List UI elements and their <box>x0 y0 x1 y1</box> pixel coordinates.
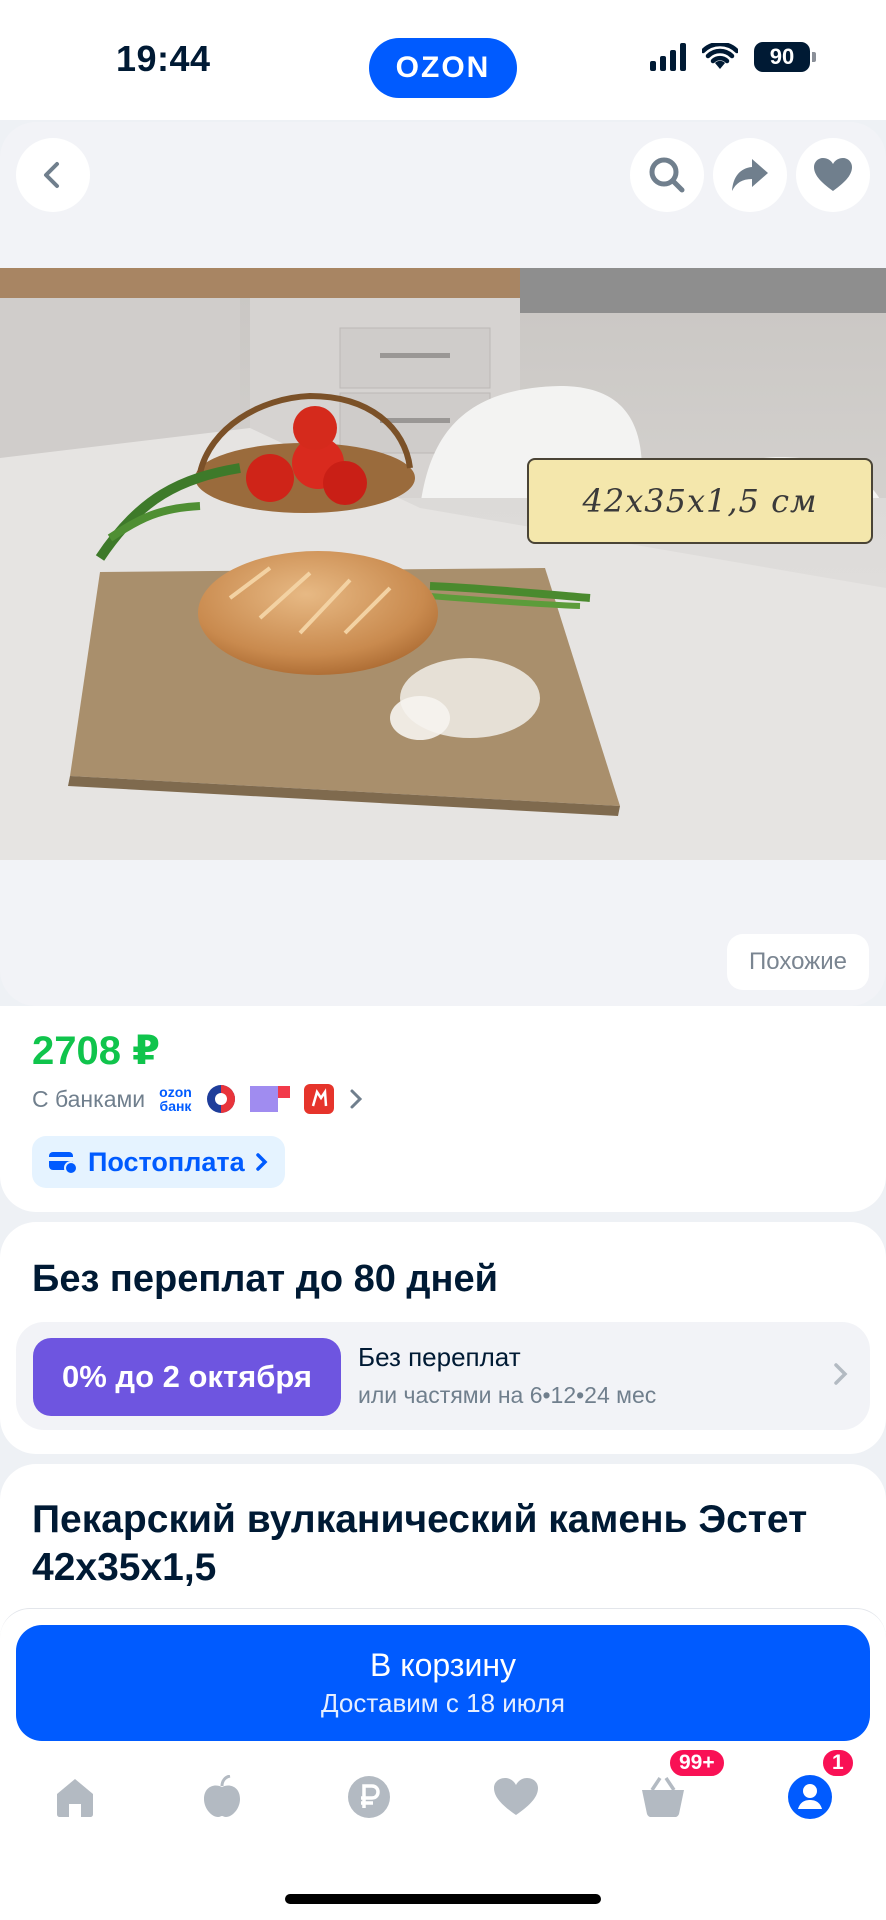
status-bar: 19:44 OZON 90 <box>0 0 886 120</box>
tab-bar: 99+ 1 <box>0 1747 886 1859</box>
card-clock-icon <box>49 1152 78 1175</box>
cart-count-badge: 99+ <box>667 1747 727 1779</box>
search-icon <box>649 157 685 193</box>
product-price: 2708 ₽ <box>32 1029 160 1073</box>
similar-button[interactable]: Похожие <box>727 934 869 990</box>
ozon-logo[interactable]: OZON <box>369 38 517 98</box>
bank-logo-icon <box>249 1086 290 1112</box>
ozon-bank-logo-line1: ozon <box>159 1084 192 1100</box>
tab-cart[interactable]: 99+ <box>633 1747 727 1827</box>
ruble-icon <box>348 1776 390 1818</box>
tab-favorites[interactable] <box>486 1767 546 1827</box>
product-photo[interactable]: 42x35x1,5 см <box>0 268 886 860</box>
chevron-right-icon <box>834 1363 848 1385</box>
bottom-bar: В корзину Доставим с 18 июля 99+ 1 <box>0 1608 886 1920</box>
product-title: Пекарский вулканический камень Эстет 42x… <box>32 1498 808 1589</box>
heart-icon <box>494 1778 538 1815</box>
installment-line1: Без переплат <box>358 1342 521 1372</box>
add-to-cart-button[interactable]: В корзину Доставим с 18 июля <box>16 1625 870 1741</box>
tab-finance[interactable] <box>339 1767 399 1827</box>
battery-icon: 90 <box>754 42 816 72</box>
bank-logo-icon <box>206 1085 235 1113</box>
basket-icon <box>642 1777 684 1817</box>
add-to-cart-label: В корзину <box>369 1647 517 1683</box>
fresh-apple-icon <box>204 1775 240 1817</box>
installment-badge: 0% до 2 октября <box>33 1338 341 1416</box>
favorite-button[interactable] <box>796 138 870 212</box>
profile-icon <box>788 1775 832 1819</box>
status-time: 19:44 <box>116 38 211 79</box>
price-card: 2708 ₽ С банками ozon банк Постоплата <box>0 1006 886 1212</box>
heart-icon <box>814 158 852 191</box>
chevron-left-icon <box>44 162 59 188</box>
back-button[interactable] <box>16 138 90 212</box>
delivery-date: Доставим с 18 июля <box>321 1688 565 1718</box>
chevron-right-icon <box>350 1089 362 1109</box>
postpay-button[interactable]: Постоплата <box>32 1136 285 1188</box>
wifi-icon <box>702 43 738 69</box>
ozon-bank-logo-line2: банк <box>159 1098 192 1114</box>
product-gallery: 42x35x1,5 см Похожие <box>0 122 886 1006</box>
profile-notification-badge: 1 <box>820 1747 856 1779</box>
banks-label: С банками <box>32 1085 146 1112</box>
chevron-right-icon <box>255 1153 268 1171</box>
ozon-bank-logo: ozon банк <box>159 1085 192 1113</box>
tab-profile[interactable]: 1 <box>780 1747 856 1827</box>
installment-title: Без переплат до 80 дней <box>32 1258 499 1300</box>
cellular-signal-icon <box>650 43 686 71</box>
banks-row[interactable]: С банками ozon банк <box>32 1084 364 1114</box>
search-button[interactable] <box>630 138 704 212</box>
size-label: 42x35x1,5 см <box>527 458 873 544</box>
tab-home[interactable] <box>45 1767 105 1827</box>
product-photo-image <box>0 268 886 860</box>
postpay-label: Постоплата <box>88 1146 245 1177</box>
installment-card: Без переплат до 80 дней 0% до 2 октября … <box>0 1222 886 1454</box>
status-icons: 90 <box>650 42 816 72</box>
share-arrow-icon <box>732 159 768 191</box>
home-indicator <box>285 1894 601 1904</box>
share-button[interactable] <box>713 138 787 212</box>
installment-offer[interactable]: 0% до 2 октября Без переплат или частями… <box>16 1322 870 1430</box>
tab-fresh[interactable] <box>192 1767 252 1827</box>
bank-logo-icon <box>303 1084 334 1114</box>
home-icon <box>57 1779 93 1817</box>
installment-line2: или частями на 6•12•24 мес <box>358 1382 657 1408</box>
